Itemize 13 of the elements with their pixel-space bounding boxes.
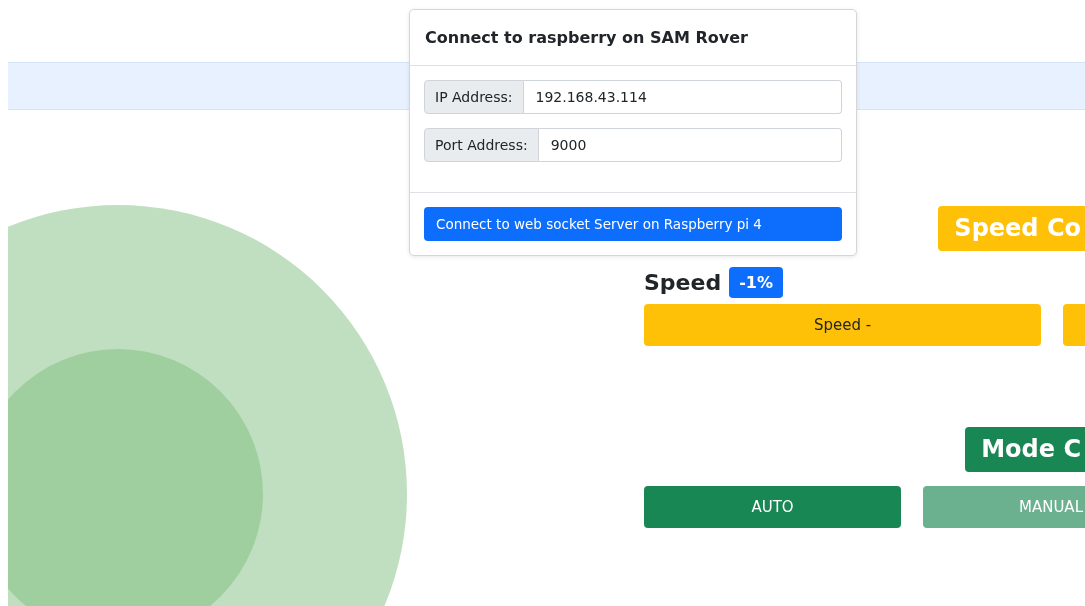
section-title: Speed Co <box>938 206 1085 251</box>
section-title: Mode C <box>965 427 1085 472</box>
connect-button[interactable]: Connect to web socket Server on Raspberry pi 4 <box>424 207 842 241</box>
input-field[interactable]: 192.168.43.114 <box>523 80 842 114</box>
input-field[interactable]: 9000 <box>538 128 842 162</box>
speed-value-badge: -1% <box>729 267 783 298</box>
field-label: Port Address: <box>424 128 539 162</box>
speed-button[interactable]: Speed - <box>644 304 1041 346</box>
speed-button[interactable] <box>1063 304 1085 346</box>
dialog-title: Connect to raspberry on SAM Rover <box>410 10 856 66</box>
mode-button[interactable]: AUTO <box>644 486 901 528</box>
speed-label: Speed <box>644 270 722 295</box>
field-label: IP Address: <box>424 80 524 114</box>
